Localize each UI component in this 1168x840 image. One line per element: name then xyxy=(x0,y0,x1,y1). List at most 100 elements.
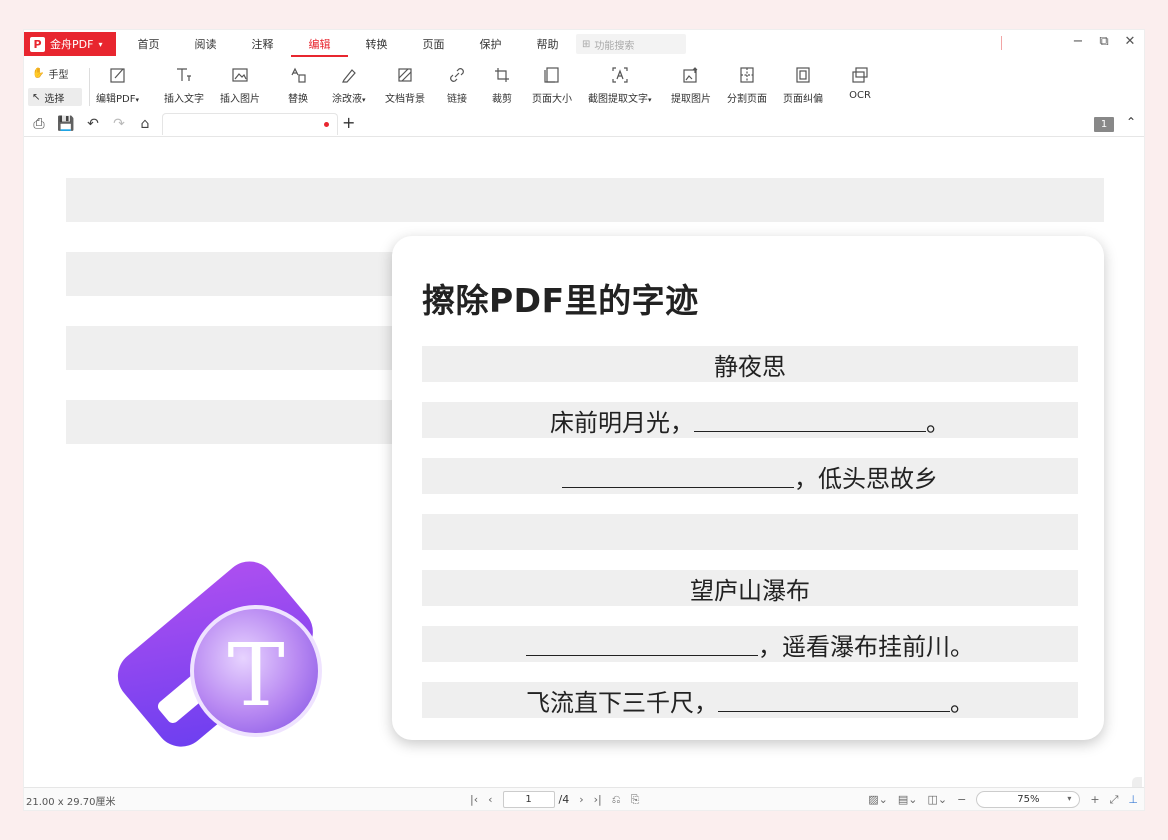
ocr-icon xyxy=(849,64,871,86)
document-background-button[interactable]: 文档背景 xyxy=(385,62,425,108)
crop-button[interactable]: 裁剪 xyxy=(491,62,513,108)
zoom-select[interactable]: 75% ▾ xyxy=(976,791,1081,808)
poem-card: 擦除PDF里的字迹 静夜思 床前明月光， 。 ，低头思故乡 望庐山瀑布 ，遥看瀑… xyxy=(392,236,1104,740)
hand-tool-button[interactable]: ✋ 手型 xyxy=(28,64,82,82)
page-size-readout: 21.00 x 29.70厘米 xyxy=(26,797,116,808)
replace-button[interactable]: 替换 xyxy=(287,62,309,108)
prev-view-icon[interactable]: ⎌ xyxy=(612,793,621,807)
poem-title: 望庐山瀑布 xyxy=(690,576,810,605)
menu-convert[interactable]: 转换 xyxy=(348,30,405,58)
menu-help[interactable]: 帮助 xyxy=(519,30,576,58)
zoom-in-icon[interactable]: + xyxy=(1090,793,1099,806)
menu-page[interactable]: 页面 xyxy=(405,30,462,58)
placeholder-bar xyxy=(66,400,396,444)
select-tool-button[interactable]: ↖ 选择 xyxy=(28,88,82,106)
document-background-label: 文档背景 xyxy=(385,94,425,105)
fit-mode-icon[interactable]: ◫⌄ xyxy=(928,793,948,806)
screenshot-ocr-button[interactable]: 截图提取文字▾ xyxy=(588,62,652,108)
placeholder-bar xyxy=(66,178,1104,222)
print-icon[interactable]: ⎙ xyxy=(30,115,48,133)
zoom-out-icon[interactable]: − xyxy=(957,793,966,806)
page-number-input[interactable]: 1 xyxy=(502,791,555,808)
poem-text: ，遥看瀑布挂前川。 xyxy=(758,632,974,661)
text-glyph-icon: T xyxy=(227,626,284,726)
menu-bar: 首页 阅读 注释 编辑 转换 页面 保护 帮助 xyxy=(120,30,576,58)
view-controls: ▨⌄ ▤⌄ ◫⌄ − 75% ▾ + ⤢ ⊥ xyxy=(868,791,1138,808)
replace-label: 替换 xyxy=(288,94,308,105)
document-background-icon xyxy=(394,64,416,86)
split-page-button[interactable]: 分割页面 xyxy=(727,62,767,108)
extract-image-button[interactable]: 提取图片 xyxy=(671,62,711,108)
erased-blank xyxy=(694,408,926,432)
chevron-down-icon: ▾ xyxy=(135,96,139,104)
scrollbar[interactable] xyxy=(1132,777,1142,787)
correction-fluid-icon xyxy=(338,64,360,86)
save-icon[interactable]: 💾 xyxy=(57,115,75,133)
add-tab-button[interactable]: + xyxy=(342,113,355,132)
menu-home[interactable]: 首页 xyxy=(120,30,177,58)
document-tab[interactable] xyxy=(162,113,338,135)
poem-line: 望庐山瀑布 xyxy=(422,570,1078,606)
redo-icon[interactable]: ↷ xyxy=(110,115,128,133)
crop-icon xyxy=(491,64,513,86)
next-page-icon[interactable]: › xyxy=(579,793,583,806)
next-view-icon[interactable]: ⎘ xyxy=(631,793,640,807)
prev-page-icon[interactable]: ‹ xyxy=(488,793,492,806)
insert-text-button[interactable]: 插入文字 xyxy=(164,62,204,108)
chevron-down-icon: ▾ xyxy=(362,96,366,104)
extract-image-label: 提取图片 xyxy=(671,94,711,105)
poem-title: 静夜思 xyxy=(714,352,786,381)
edit-pdf-button[interactable]: 编辑PDF▾ xyxy=(96,62,139,108)
page-deskew-label: 页面纠偏 xyxy=(783,94,823,105)
minimize-icon[interactable]: − xyxy=(1070,34,1086,49)
pin-icon[interactable]: ⊥ xyxy=(1128,793,1138,806)
insert-text-label: 插入文字 xyxy=(164,94,204,105)
link-label: 链接 xyxy=(447,94,467,105)
insert-image-label: 插入图片 xyxy=(220,94,260,105)
insert-image-button[interactable]: 插入图片 xyxy=(220,62,260,108)
poem-line: 静夜思 xyxy=(422,346,1078,382)
menu-protect[interactable]: 保护 xyxy=(462,30,519,58)
last-page-icon[interactable]: ›| xyxy=(594,793,602,806)
menu-read[interactable]: 阅读 xyxy=(177,30,234,58)
poem-line: 飞流直下三千尺， 。 xyxy=(422,682,1078,718)
link-button[interactable]: 链接 xyxy=(446,62,468,108)
feature-search-input[interactable]: ⊞ 功能搜索 xyxy=(576,34,686,54)
search-icon: ⊞ xyxy=(582,38,591,50)
menu-annotate[interactable]: 注释 xyxy=(234,30,291,58)
poem-line-empty xyxy=(422,514,1078,550)
correction-fluid-button[interactable]: 涂改液▾ xyxy=(332,62,366,108)
poem-line: ，遥看瀑布挂前川。 xyxy=(422,626,1078,662)
restore-icon[interactable]: ⧉ xyxy=(1096,34,1112,49)
erased-blank xyxy=(718,688,950,712)
edit-pdf-icon xyxy=(107,64,129,86)
chevron-down-icon: ▾ xyxy=(98,39,103,49)
collapse-toolbar-icon[interactable]: ⌃ xyxy=(1126,115,1136,129)
undo-icon[interactable]: ↶ xyxy=(84,115,102,133)
hand-tool-label: 手型 xyxy=(48,69,69,81)
menu-edit[interactable]: 编辑 xyxy=(291,30,348,58)
page-size-button[interactable]: 页面大小 xyxy=(532,62,572,108)
page-deskew-button[interactable]: 页面纠偏 xyxy=(783,62,823,108)
home-icon[interactable]: ⌂ xyxy=(136,115,154,133)
document-canvas[interactable]: T 擦除PDF里的字迹 静夜思 床前明月光， 。 ，低头思故乡 望庐山瀑布 ，遥… xyxy=(24,137,1144,787)
placeholder-bar xyxy=(66,252,396,296)
close-icon[interactable]: ✕ xyxy=(1122,34,1138,49)
poem-punctuation: 。 xyxy=(926,408,950,437)
select-tool-label: 选择 xyxy=(44,93,65,105)
page-layout-icon[interactable]: ▤⌄ xyxy=(898,793,918,806)
ocr-button[interactable]: OCR xyxy=(849,62,871,108)
extract-image-icon xyxy=(680,64,702,86)
ocr-label: OCR xyxy=(849,90,871,101)
fullscreen-icon[interactable]: ⤢ xyxy=(1110,793,1119,807)
app-menu-button[interactable]: P 金舟PDF ▾ xyxy=(24,32,116,56)
first-page-icon[interactable]: |‹ xyxy=(470,793,478,806)
replace-icon xyxy=(287,64,309,86)
hand-icon: ✋ xyxy=(32,67,45,79)
search-placeholder: 功能搜索 xyxy=(594,40,635,52)
page-navigation: |‹ ‹ 1 /4 › ›| ⎌ ⎘ xyxy=(470,791,639,808)
background-mode-icon[interactable]: ▨⌄ xyxy=(868,793,888,806)
poem-punctuation: 。 xyxy=(950,688,974,717)
crop-label: 裁剪 xyxy=(492,94,512,105)
erased-blank xyxy=(562,464,794,488)
